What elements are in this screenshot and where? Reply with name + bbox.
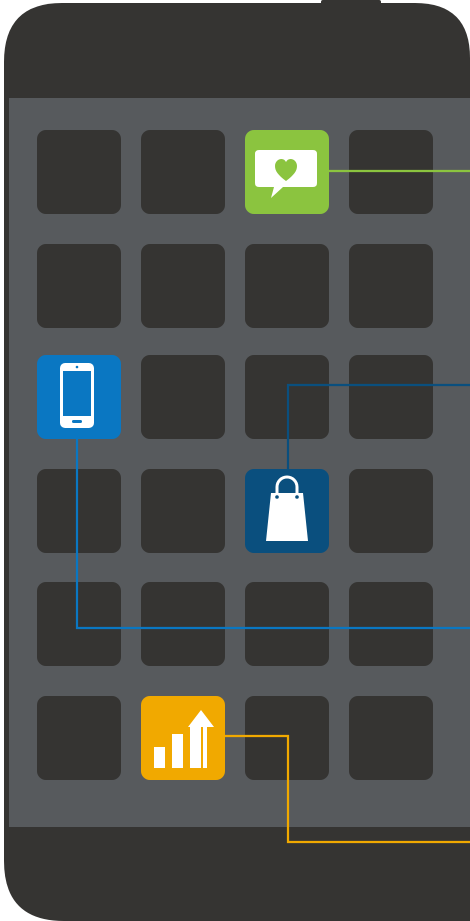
empty-app-tile: [349, 244, 433, 328]
empty-app-tile: [245, 582, 329, 666]
growth-chart-app-tile[interactable]: [141, 696, 225, 780]
empty-app-tile: [349, 469, 433, 553]
chat-heart-app-tile[interactable]: [245, 130, 329, 214]
shopping-bag-app-tile[interactable]: [245, 469, 329, 553]
empty-app-tile: [37, 130, 121, 214]
empty-app-tile: [141, 130, 225, 214]
phone-app-diagram: [4, 0, 470, 921]
smartphone-app-tile[interactable]: [37, 355, 121, 439]
empty-app-tile: [349, 696, 433, 780]
phone-top-button: [321, 0, 381, 6]
empty-app-tile: [141, 469, 225, 553]
empty-app-tile: [141, 244, 225, 328]
empty-app-tile: [245, 244, 329, 328]
empty-app-tile: [37, 244, 121, 328]
empty-app-tile: [37, 469, 121, 553]
smartphone-icon: [60, 363, 94, 428]
empty-app-tile: [141, 582, 225, 666]
empty-app-tile: [37, 696, 121, 780]
empty-app-tile: [37, 582, 121, 666]
empty-app-tile: [141, 355, 225, 439]
empty-app-tile: [349, 355, 433, 439]
empty-app-tile: [349, 582, 433, 666]
